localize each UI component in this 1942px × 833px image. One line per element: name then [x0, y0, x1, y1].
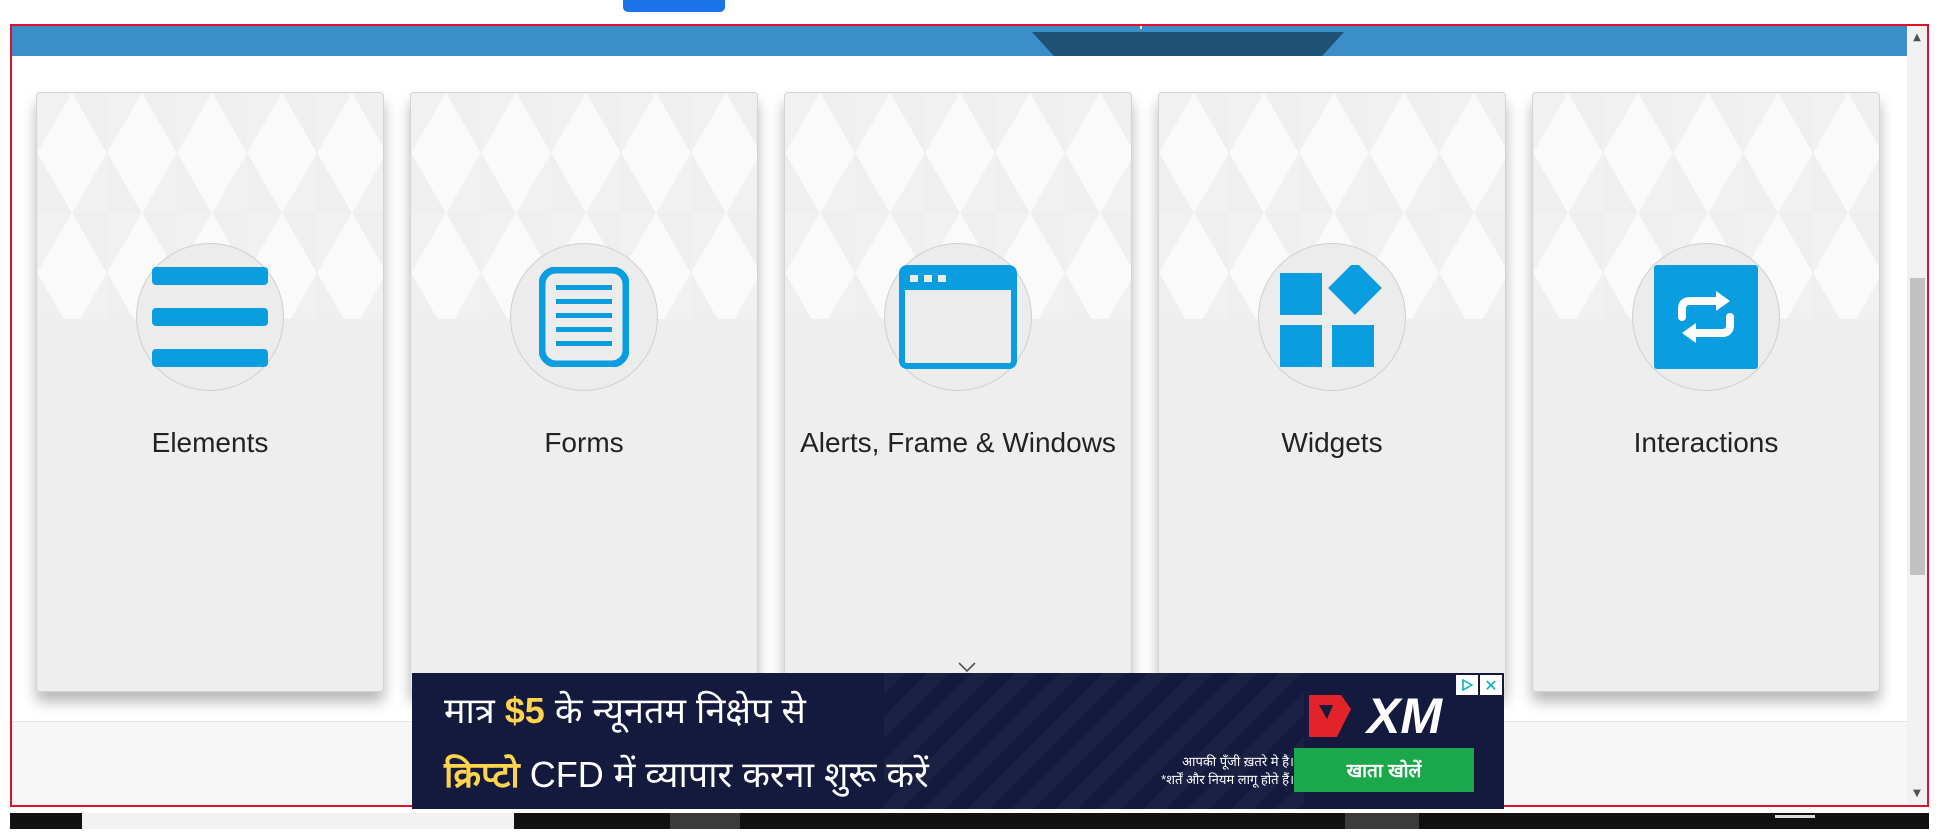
card-forms[interactable]: Forms	[410, 92, 758, 692]
card-alerts-frame-windows[interactable]: Alerts, Frame & Windows	[784, 92, 1132, 692]
card-title: Alerts, Frame & Windows	[800, 427, 1116, 458]
document-lines-icon	[539, 267, 629, 367]
xm-logo: XM	[1297, 685, 1482, 745]
category-cards: Elements Forms Alerts, Frame & Windows W…	[12, 26, 1907, 726]
ad-disclaimer: आपकी पूँजी ख़तरे मे है। *शर्तें और नियम …	[1062, 753, 1294, 789]
card-title: Widgets	[1281, 427, 1383, 458]
ad-line2-rest: CFD में व्यापार करना शुरू करें	[529, 754, 929, 795]
ad-open-account-button[interactable]: खाता खोलें	[1294, 748, 1474, 792]
card-icon-circle	[884, 243, 1032, 391]
scroll-up-arrow-icon[interactable]: ▲	[1907, 30, 1927, 44]
vertical-scrollbar[interactable]: ▲ ▼	[1907, 26, 1927, 805]
browser-top-strip	[0, 0, 1942, 24]
swap-arrows-icon	[1654, 265, 1758, 369]
adchoices-icon[interactable]	[1456, 675, 1478, 695]
card-icon-circle	[1632, 243, 1780, 391]
advertisement-banner[interactable]: मात्र $5 के न्यूनतम निक्षेप से क्रिप्टो …	[412, 673, 1504, 809]
ad-line1-text: मात्र	[444, 690, 495, 731]
card-title: Forms	[544, 427, 624, 458]
ad-line1-rest: के न्यूनतम निक्षेप से	[554, 690, 806, 731]
ad-crypto-word: क्रिप्टो	[444, 754, 520, 795]
taskbar-app[interactable]	[1345, 813, 1419, 829]
taskbar-search-box[interactable]	[82, 813, 514, 829]
ad-headline-1: मात्र $5 के न्यूनतम निक्षेप से	[444, 685, 806, 734]
card-title: Elements	[151, 427, 269, 458]
taskbar-clock	[1775, 815, 1815, 818]
ad-disclaimer-2: *शर्तें और नियम लागू होते हैं।	[1161, 772, 1294, 787]
browser-window-icon	[899, 265, 1017, 369]
card-widgets[interactable]: Widgets	[1158, 92, 1506, 692]
card-elements[interactable]: Elements	[36, 92, 384, 692]
menu-bars-icon	[152, 267, 268, 367]
card-icon-circle	[136, 243, 284, 391]
widgets-blocks-icon	[1280, 265, 1382, 367]
card-title: Interactions	[1633, 427, 1779, 458]
top-blue-button[interactable]	[623, 0, 725, 12]
ad-price: $5	[504, 690, 545, 731]
scroll-down-arrow-icon[interactable]: ▼	[1907, 786, 1927, 800]
svg-text:XM: XM	[1364, 688, 1443, 744]
ad-close-icon[interactable]: ✕	[1480, 675, 1502, 695]
taskbar-app[interactable]	[670, 813, 740, 829]
scrollbar-thumb[interactable]	[1910, 278, 1925, 575]
card-icon-circle	[1258, 243, 1406, 391]
card-icon-circle	[510, 243, 658, 391]
taskbar-strip	[0, 809, 1942, 833]
ad-disclaimer-1: आपकी पूँजी ख़तरे मे है।	[1182, 754, 1294, 769]
ad-headline-2: क्रिप्टो CFD में व्यापार करना शुरू करें	[444, 749, 929, 798]
card-interactions[interactable]: Interactions	[1532, 92, 1880, 692]
